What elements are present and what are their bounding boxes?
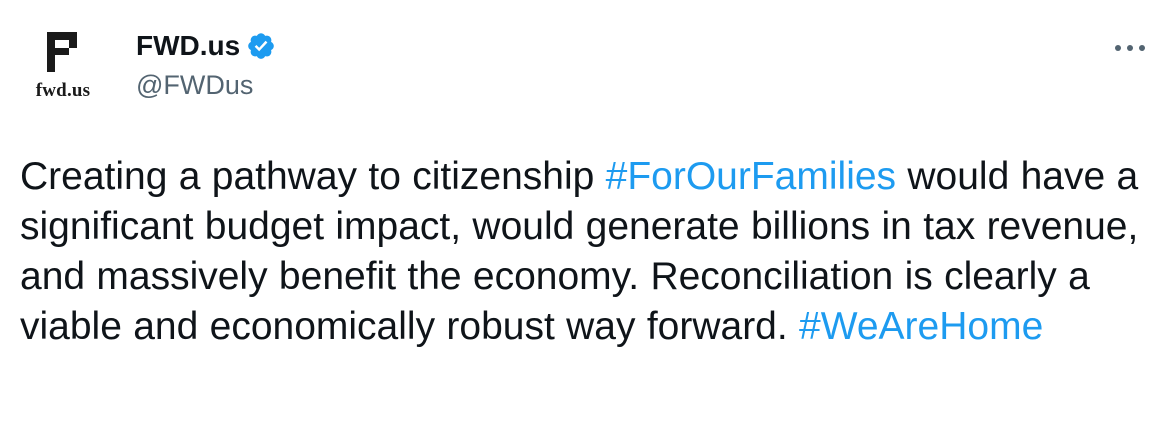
tweet-text-segment: Creating a pathway to citizenship bbox=[20, 155, 606, 198]
handle[interactable]: @FWDus bbox=[136, 69, 276, 101]
tweet-text: Creating a pathway to citizenship #ForOu… bbox=[20, 152, 1165, 352]
verified-badge-icon bbox=[248, 33, 275, 59]
display-name[interactable]: FWD.us bbox=[136, 30, 240, 62]
fwd-logo-icon bbox=[47, 32, 77, 72]
hashtag-link[interactable]: #WeAreHome bbox=[799, 305, 1043, 348]
name-row: FWD.us bbox=[136, 30, 276, 62]
author-info: FWD.us @FWDus bbox=[136, 30, 276, 101]
avatar-label: fwd.us bbox=[35, 80, 91, 101]
more-options-icon bbox=[1115, 45, 1145, 51]
more-options-button[interactable] bbox=[1108, 36, 1152, 60]
hashtag-link[interactable]: #ForOurFamilies bbox=[606, 155, 896, 198]
avatar[interactable]: fwd.us bbox=[14, 14, 112, 112]
